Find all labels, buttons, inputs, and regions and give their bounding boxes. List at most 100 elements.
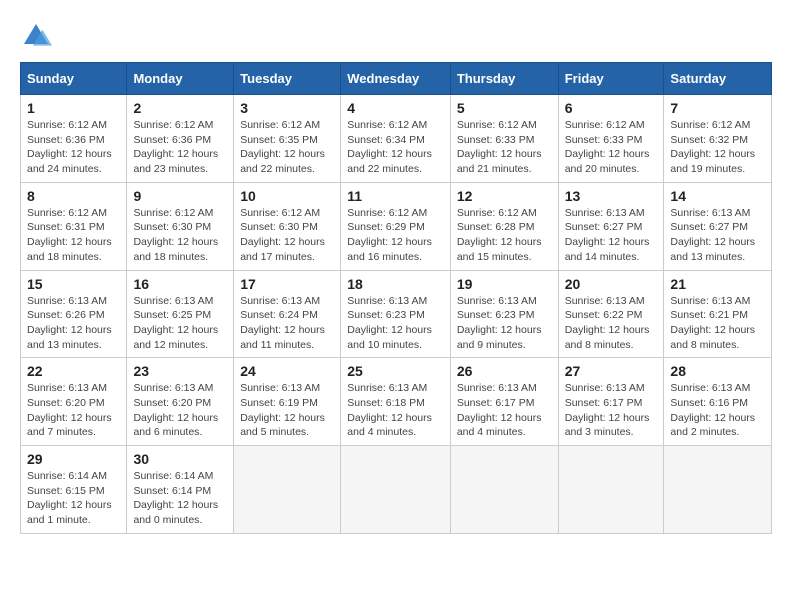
- day-info: Sunrise: 6:12 AMSunset: 6:31 PMDaylight:…: [27, 207, 112, 263]
- day-info: Sunrise: 6:12 AMSunset: 6:28 PMDaylight:…: [457, 207, 542, 263]
- day-number: 3: [240, 100, 334, 116]
- calendar-cell: 13 Sunrise: 6:13 AMSunset: 6:27 PMDayligh…: [558, 182, 664, 270]
- day-info: Sunrise: 6:13 AMSunset: 6:19 PMDaylight:…: [240, 382, 325, 438]
- calendar-cell: 16Sunrise: 6:13 AMSunset: 6:25 PMDayligh…: [127, 270, 234, 358]
- calendar-cell: 12 Sunrise: 6:12 AMSunset: 6:28 PMDayligh…: [450, 182, 558, 270]
- day-info: Sunrise: 6:12 AMSunset: 6:29 PMDaylight:…: [347, 207, 432, 263]
- day-info: Sunrise: 6:12 AMSunset: 6:30 PMDaylight:…: [133, 207, 218, 263]
- calendar-cell: 7 Sunrise: 6:12 AMSunset: 6:32 PMDaylight…: [664, 95, 772, 183]
- day-number: 11: [347, 188, 444, 204]
- calendar-cell: 10 Sunrise: 6:12 AMSunset: 6:30 PMDayligh…: [234, 182, 341, 270]
- calendar-cell: 6 Sunrise: 6:12 AMSunset: 6:33 PMDaylight…: [558, 95, 664, 183]
- header-tuesday: Tuesday: [234, 63, 341, 95]
- day-number: 23: [133, 363, 227, 379]
- calendar-cell: 9 Sunrise: 6:12 AMSunset: 6:30 PMDaylight…: [127, 182, 234, 270]
- calendar-cell: 18Sunrise: 6:13 AMSunset: 6:23 PMDayligh…: [341, 270, 451, 358]
- day-info: Sunrise: 6:12 AMSunset: 6:36 PMDaylight:…: [133, 119, 218, 175]
- calendar-cell: [234, 446, 341, 534]
- day-number: 4: [347, 100, 444, 116]
- calendar-week-1: 1 Sunrise: 6:12 AMSunset: 6:36 PMDaylight…: [21, 95, 772, 183]
- calendar-cell: 22 Sunrise: 6:13 AMSunset: 6:20 PMDayligh…: [21, 358, 127, 446]
- calendar-cell: 14 Sunrise: 6:13 AMSunset: 6:27 PMDayligh…: [664, 182, 772, 270]
- day-info: Sunrise: 6:13 AMSunset: 6:20 PMDaylight:…: [27, 382, 112, 438]
- day-info: Sunrise: 6:12 AMSunset: 6:36 PMDaylight:…: [27, 119, 112, 175]
- day-info: Sunrise: 6:13 AMSunset: 6:22 PMDaylight:…: [565, 295, 650, 351]
- day-info: Sunrise: 6:13 AMSunset: 6:17 PMDaylight:…: [457, 382, 542, 438]
- logo: [20, 20, 56, 52]
- calendar-cell: 29 Sunrise: 6:14 AMSunset: 6:15 PMDayligh…: [21, 446, 127, 534]
- header-thursday: Thursday: [450, 63, 558, 95]
- calendar-cell: 30 Sunrise: 6:14 AMSunset: 6:14 PMDayligh…: [127, 446, 234, 534]
- day-number: 16: [133, 276, 227, 292]
- day-info: Sunrise: 6:13 AMSunset: 6:24 PMDaylight:…: [240, 295, 325, 351]
- day-number: 5: [457, 100, 552, 116]
- day-number: 18: [347, 276, 444, 292]
- calendar-cell: 15 Sunrise: 6:13 AMSunset: 6:26 PMDayligh…: [21, 270, 127, 358]
- day-info: Sunrise: 6:14 AMSunset: 6:15 PMDaylight:…: [27, 470, 112, 526]
- calendar-header-row: SundayMondayTuesdayWednesdayThursdayFrid…: [21, 63, 772, 95]
- calendar-cell: 25Sunrise: 6:13 AMSunset: 6:18 PMDayligh…: [341, 358, 451, 446]
- day-number: 8: [27, 188, 120, 204]
- day-number: 20: [565, 276, 658, 292]
- calendar-cell: 8 Sunrise: 6:12 AMSunset: 6:31 PMDaylight…: [21, 182, 127, 270]
- day-number: 26: [457, 363, 552, 379]
- day-number: 13: [565, 188, 658, 204]
- day-info: Sunrise: 6:12 AMSunset: 6:34 PMDaylight:…: [347, 119, 432, 175]
- calendar-cell: [341, 446, 451, 534]
- calendar-week-3: 15 Sunrise: 6:13 AMSunset: 6:26 PMDayligh…: [21, 270, 772, 358]
- day-number: 14: [670, 188, 765, 204]
- calendar-cell: [664, 446, 772, 534]
- header-sunday: Sunday: [21, 63, 127, 95]
- day-number: 10: [240, 188, 334, 204]
- day-info: Sunrise: 6:13 AMSunset: 6:16 PMDaylight:…: [670, 382, 755, 438]
- day-info: Sunrise: 6:12 AMSunset: 6:35 PMDaylight:…: [240, 119, 325, 175]
- header-friday: Friday: [558, 63, 664, 95]
- calendar-cell: 20 Sunrise: 6:13 AMSunset: 6:22 PMDayligh…: [558, 270, 664, 358]
- calendar-cell: 2 Sunrise: 6:12 AMSunset: 6:36 PMDaylight…: [127, 95, 234, 183]
- day-info: Sunrise: 6:13 AMSunset: 6:17 PMDaylight:…: [565, 382, 650, 438]
- calendar-table: SundayMondayTuesdayWednesdayThursdayFrid…: [20, 62, 772, 534]
- header-wednesday: Wednesday: [341, 63, 451, 95]
- calendar-cell: [450, 446, 558, 534]
- header-saturday: Saturday: [664, 63, 772, 95]
- calendar-cell: 19Sunrise: 6:13 AMSunset: 6:23 PMDayligh…: [450, 270, 558, 358]
- day-info: Sunrise: 6:12 AMSunset: 6:30 PMDaylight:…: [240, 207, 325, 263]
- day-info: Sunrise: 6:12 AMSunset: 6:33 PMDaylight:…: [457, 119, 542, 175]
- calendar-cell: 23 Sunrise: 6:13 AMSunset: 6:20 PMDayligh…: [127, 358, 234, 446]
- calendar-cell: 21 Sunrise: 6:13 AMSunset: 6:21 PMDayligh…: [664, 270, 772, 358]
- day-info: Sunrise: 6:13 AMSunset: 6:27 PMDaylight:…: [565, 207, 650, 263]
- day-number: 1: [27, 100, 120, 116]
- calendar-cell: 1 Sunrise: 6:12 AMSunset: 6:36 PMDaylight…: [21, 95, 127, 183]
- calendar-cell: 3 Sunrise: 6:12 AMSunset: 6:35 PMDaylight…: [234, 95, 341, 183]
- day-number: 17: [240, 276, 334, 292]
- page-header: [20, 20, 772, 52]
- calendar-cell: 28 Sunrise: 6:13 AMSunset: 6:16 PMDayligh…: [664, 358, 772, 446]
- day-number: 30: [133, 451, 227, 467]
- day-number: 22: [27, 363, 120, 379]
- day-number: 28: [670, 363, 765, 379]
- day-info: Sunrise: 6:13 AMSunset: 6:18 PMDaylight:…: [347, 382, 432, 438]
- calendar-cell: 5 Sunrise: 6:12 AMSunset: 6:33 PMDaylight…: [450, 95, 558, 183]
- day-number: 7: [670, 100, 765, 116]
- day-number: 15: [27, 276, 120, 292]
- calendar-cell: 17 Sunrise: 6:13 AMSunset: 6:24 PMDayligh…: [234, 270, 341, 358]
- calendar-week-5: 29 Sunrise: 6:14 AMSunset: 6:15 PMDayligh…: [21, 446, 772, 534]
- day-info: Sunrise: 6:13 AMSunset: 6:27 PMDaylight:…: [670, 207, 755, 263]
- day-info: Sunrise: 6:12 AMSunset: 6:32 PMDaylight:…: [670, 119, 755, 175]
- calendar-cell: 26 Sunrise: 6:13 AMSunset: 6:17 PMDayligh…: [450, 358, 558, 446]
- day-number: 12: [457, 188, 552, 204]
- day-info: Sunrise: 6:13 AMSunset: 6:20 PMDaylight:…: [133, 382, 218, 438]
- day-number: 9: [133, 188, 227, 204]
- day-info: Sunrise: 6:12 AMSunset: 6:33 PMDaylight:…: [565, 119, 650, 175]
- day-number: 24: [240, 363, 334, 379]
- calendar-cell: 4 Sunrise: 6:12 AMSunset: 6:34 PMDaylight…: [341, 95, 451, 183]
- day-info: Sunrise: 6:14 AMSunset: 6:14 PMDaylight:…: [133, 470, 218, 526]
- day-number: 6: [565, 100, 658, 116]
- day-number: 2: [133, 100, 227, 116]
- day-number: 21: [670, 276, 765, 292]
- logo-icon: [20, 20, 52, 52]
- calendar-cell: [558, 446, 664, 534]
- day-info: Sunrise: 6:13 AMSunset: 6:26 PMDaylight:…: [27, 295, 112, 351]
- day-info: Sunrise: 6:13 AMSunset: 6:21 PMDaylight:…: [670, 295, 755, 351]
- day-number: 29: [27, 451, 120, 467]
